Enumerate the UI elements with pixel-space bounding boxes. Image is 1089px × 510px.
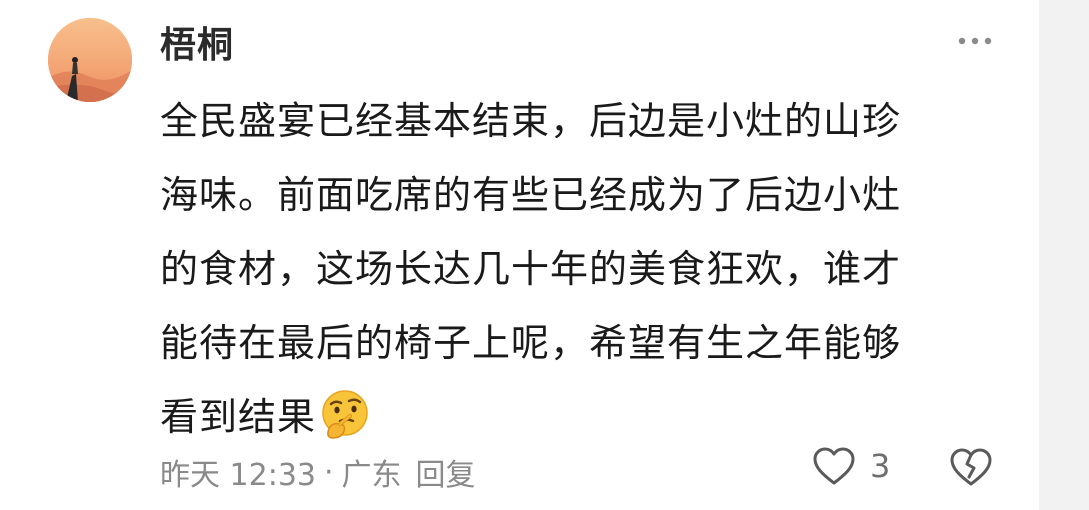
reply-button[interactable]: 回复 [416,450,476,494]
comment-item: 梧桐 全民盛宴已经基本结束，后边是小灶的山珍 海味。前面吃席的有些已经成为了后边… [0,0,1089,510]
comment-line: 能待在最后的椅子上呢，希望有生之年能够 [160,321,902,365]
scroll-edge [1039,0,1089,510]
like-button[interactable]: 3 [812,446,890,486]
username[interactable]: 梧桐 [160,16,234,68]
broken-heart-icon [950,448,992,486]
comment-text: 全民盛宴已经基本结束，后边是小灶的山珍 海味。前面吃席的有些已经成为了后边小灶 … [160,84,980,466]
comment-line: 的食材，这场长达几十年的美食狂欢，谁才 [160,247,902,291]
dislike-button[interactable] [948,446,994,492]
comment-line: 海味。前面吃席的有些已经成为了后边小灶 [160,173,902,217]
comment-line: 全民盛宴已经基本结束，后边是小灶的山珍 [160,99,902,143]
heart-outline-icon [813,447,855,485]
comment-line-text: 看到结果 [160,395,317,439]
like-count: 3 [870,447,891,485]
avatar-image [48,18,132,102]
comment-meta: 昨天 12:33 · 广东 回复 [160,450,476,494]
more-options-button[interactable] [955,26,995,56]
comment-time: 昨天 12:33 [160,458,316,493]
avatar[interactable] [48,18,132,102]
more-dots-icon [958,37,992,45]
meta-separator: · [324,454,334,490]
comment-location: 广东 [341,458,402,493]
